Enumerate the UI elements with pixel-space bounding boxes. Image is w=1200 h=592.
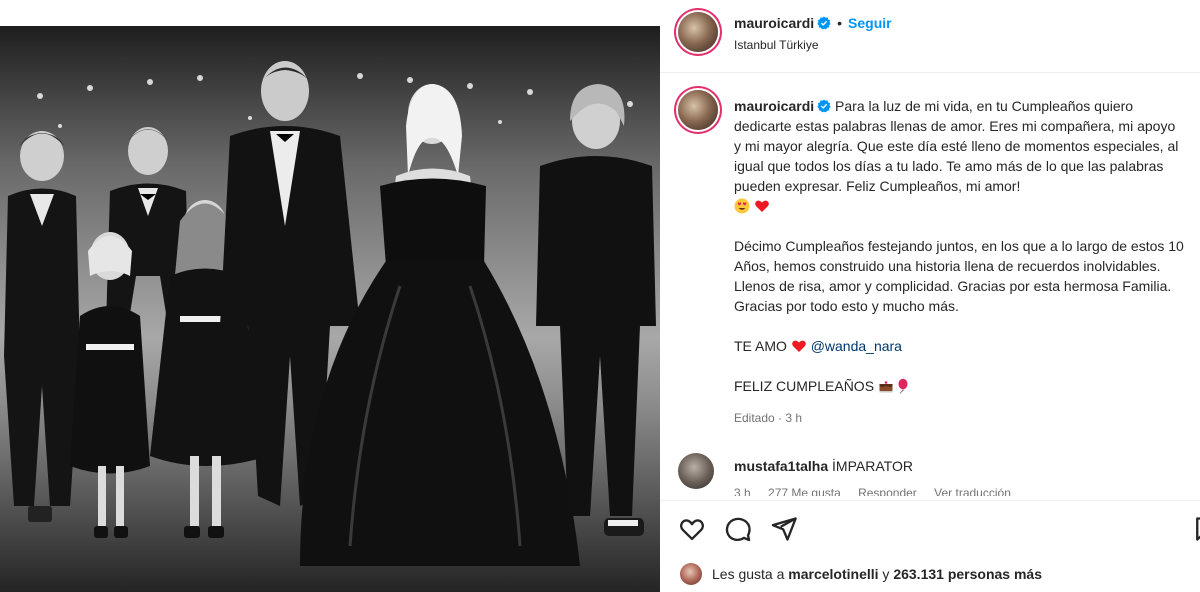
post-caption: mauroicardi Para la luz de mi vida, en t… bbox=[734, 96, 1184, 396]
red-heart-emoji bbox=[755, 200, 769, 212]
likes-avatar[interactable] bbox=[680, 563, 702, 585]
comment-icon[interactable] bbox=[724, 515, 752, 543]
balloon-emoji bbox=[898, 378, 908, 394]
save-icon[interactable] bbox=[1192, 515, 1200, 543]
comment-likes[interactable]: 277 Me gusta bbox=[768, 486, 841, 496]
likes-prefix: Les gusta a bbox=[712, 566, 789, 582]
header-avatar[interactable] bbox=[678, 12, 718, 52]
header-separator: • bbox=[837, 15, 843, 31]
post-side-panel: mauroicardi • Seguir Istanbul Türkiye maur… bbox=[660, 0, 1200, 592]
likes-count[interactable]: 263.131 personas más bbox=[893, 566, 1042, 582]
header-username[interactable]: mauroicardi bbox=[734, 15, 814, 31]
heart-eyes-emoji bbox=[734, 198, 750, 214]
comment-text: İMPARATOR bbox=[832, 458, 913, 474]
mention-link[interactable]: @wanda_nara bbox=[811, 338, 902, 354]
comment-time: 3 h bbox=[734, 486, 751, 496]
comment-meta: 3 h 277 Me gusta Responder Ver traducció… bbox=[734, 486, 1025, 496]
edited-timestamp: Editado · 3 h bbox=[734, 411, 803, 425]
see-translation-button[interactable]: Ver traducción bbox=[934, 486, 1011, 496]
likes-summary: Les gusta a marcelotinelli y 263.131 per… bbox=[712, 566, 1042, 582]
caption-te-amo: TE AMO bbox=[734, 338, 787, 354]
family-photo-illustration bbox=[0, 26, 660, 592]
post-photo[interactable] bbox=[0, 26, 660, 592]
caption-paragraph-2: Décimo Cumpleaños festejando juntos, en … bbox=[734, 238, 1184, 314]
verified-icon bbox=[817, 99, 831, 113]
verified-icon bbox=[817, 16, 831, 30]
red-heart-emoji bbox=[791, 340, 806, 352]
caption-username[interactable]: mauroicardi bbox=[734, 98, 814, 114]
comment-reply-button[interactable]: Responder bbox=[858, 486, 917, 496]
actions-divider bbox=[660, 500, 1200, 501]
header-divider bbox=[660, 72, 1200, 73]
follow-button[interactable]: Seguir bbox=[848, 15, 892, 31]
location-link[interactable]: Istanbul Türkiye bbox=[734, 38, 819, 52]
caption-feliz: FELIZ CUMPLEAÑOS bbox=[734, 378, 875, 394]
likes-middle: y bbox=[878, 566, 894, 582]
cake-emoji bbox=[879, 381, 893, 393]
comment-username[interactable]: mustafa1talha bbox=[734, 458, 828, 474]
heart-icon[interactable] bbox=[678, 515, 706, 543]
likes-user[interactable]: marcelotinelli bbox=[788, 566, 878, 582]
post-header: mauroicardi • Seguir bbox=[734, 15, 892, 31]
photo-top-strip bbox=[0, 0, 660, 26]
comment-avatar[interactable] bbox=[678, 453, 714, 489]
comment: mustafa1talha İMPARATOR bbox=[734, 458, 913, 474]
caption-avatar[interactable] bbox=[678, 90, 718, 130]
share-icon[interactable] bbox=[770, 515, 798, 543]
